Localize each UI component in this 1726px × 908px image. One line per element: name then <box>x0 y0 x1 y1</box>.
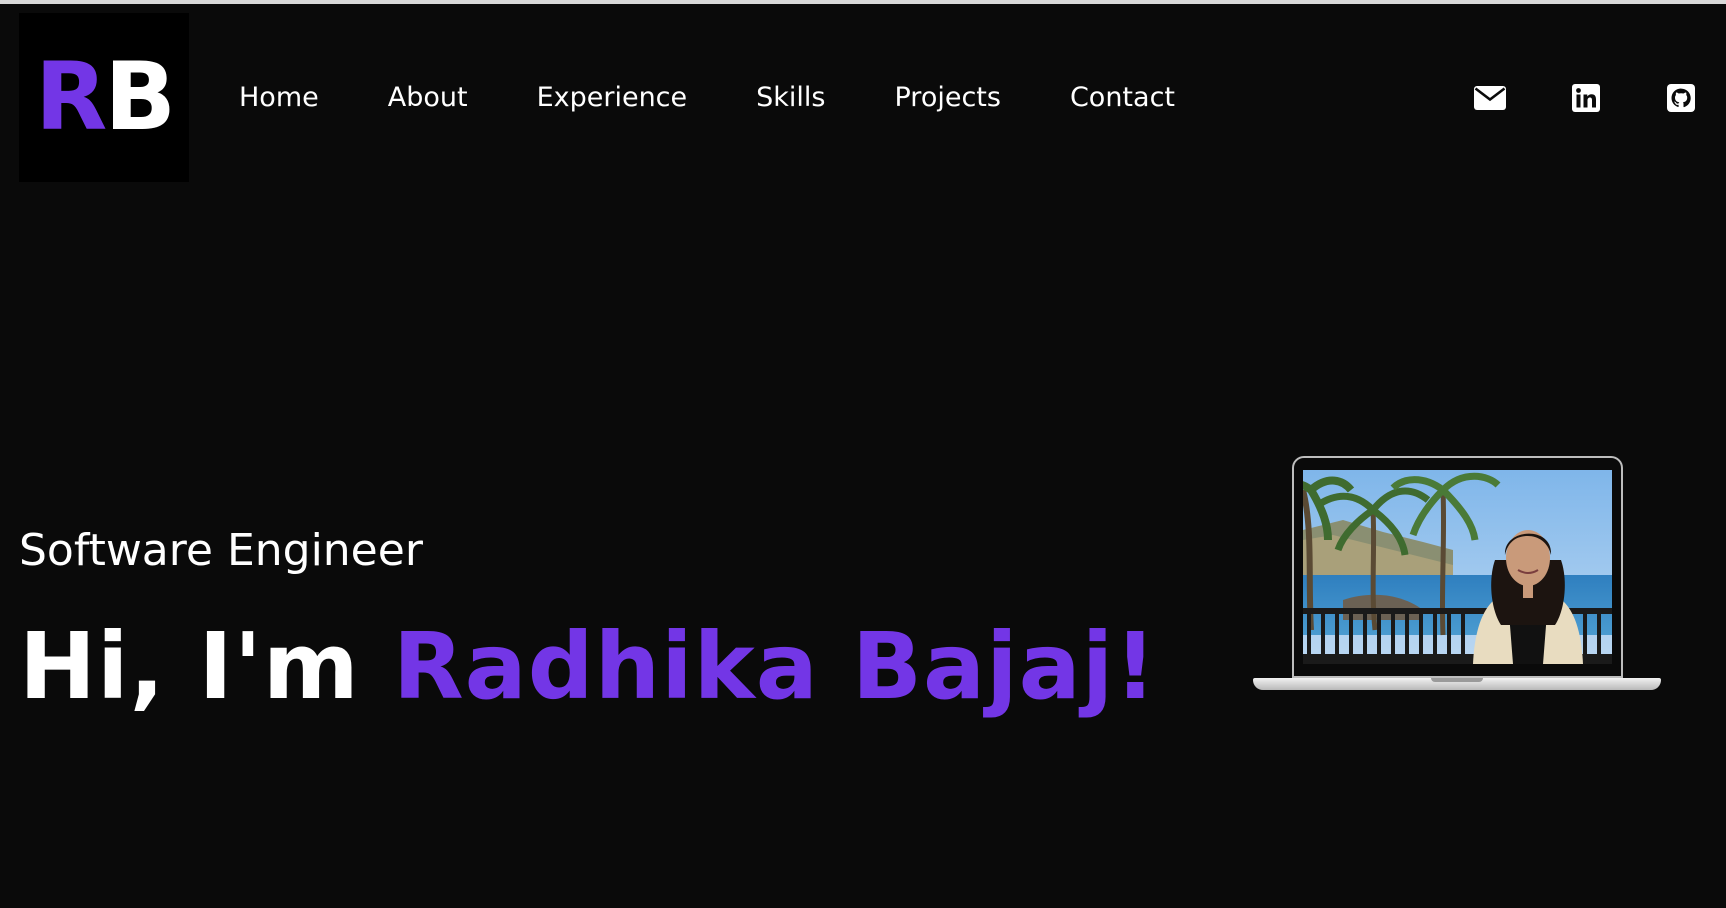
nav-about[interactable]: About <box>388 78 468 118</box>
nav-skills[interactable]: Skills <box>756 78 825 118</box>
hero-name: Radhika Bajaj! <box>392 613 1158 720</box>
hero-headline: Hi, I'm Radhika Bajaj! <box>19 612 1157 722</box>
github-icon[interactable] <box>1664 78 1698 118</box>
envelope-icon[interactable] <box>1473 78 1507 118</box>
nav-projects[interactable]: Projects <box>895 78 1001 118</box>
nav-experience[interactable]: Experience <box>537 78 688 118</box>
nav-contact[interactable]: Contact <box>1070 78 1175 118</box>
laptop-notch <box>1431 678 1483 682</box>
linkedin-icon[interactable] <box>1569 78 1603 118</box>
logo-letter-r: R <box>34 42 107 152</box>
laptop-illustration <box>1253 456 1661 692</box>
hero-greeting: Hi, I'm <box>19 613 393 720</box>
logo-letter-b: B <box>104 42 176 152</box>
main-nav: Home About Experience Skills Projects Co… <box>239 78 1244 118</box>
profile-photo <box>1303 470 1612 664</box>
nav-home[interactable]: Home <box>239 78 319 118</box>
hero-subtitle: Software Engineer <box>19 525 423 576</box>
site-logo[interactable]: RB <box>19 13 189 182</box>
top-border <box>0 0 1726 4</box>
